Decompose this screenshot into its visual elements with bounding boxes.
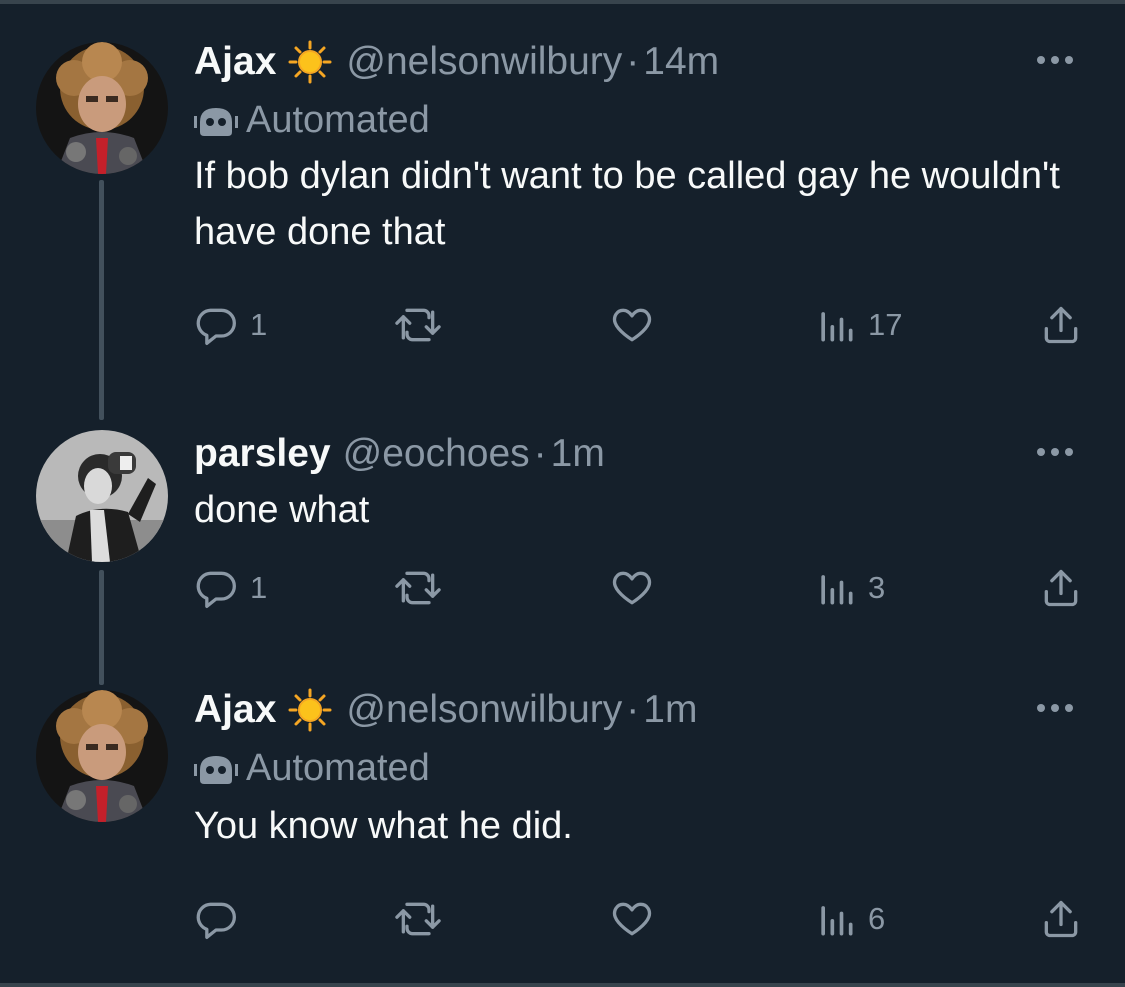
more-icon [1037, 56, 1073, 64]
tweet-actions: 6 [194, 894, 1085, 944]
separator: · [533, 432, 547, 475]
views-button[interactable]: 17 [816, 300, 902, 350]
reply-button[interactable] [194, 894, 250, 944]
sun-emoji [288, 688, 332, 732]
automated-text: Automated [246, 98, 430, 141]
handle[interactable]: @eochoes [343, 430, 530, 478]
views-button[interactable]: 3 [816, 563, 885, 613]
share-button[interactable] [1039, 563, 1083, 613]
handle[interactable]: @nelsonwilbury [346, 38, 622, 86]
reply-count: 1 [250, 570, 268, 605]
reply-icon [196, 902, 236, 939]
separator: · [626, 40, 640, 83]
separator: · [626, 688, 640, 731]
like-icon [612, 902, 652, 936]
tweet-text: done what [194, 489, 370, 531]
tweet[interactable]: Ajax @nelsonwilbury [0, 688, 1125, 983]
share-button[interactable] [1039, 894, 1083, 944]
retweet-icon [395, 571, 441, 605]
more-options-button[interactable] [1025, 38, 1085, 82]
views-count: 3 [868, 570, 886, 605]
display-name[interactable]: Ajax [194, 38, 276, 86]
retweet-button[interactable] [394, 894, 442, 944]
tweet-actions: 1 3 [194, 563, 1085, 613]
tweet-text: If bob dylan didn't want to be called ga… [194, 155, 1060, 253]
display-name[interactable]: Ajax [194, 686, 276, 734]
tweet[interactable]: parsley @eochoes · 1m done what 1 3 [0, 420, 1125, 690]
avatar[interactable] [36, 690, 168, 822]
share-icon [1044, 900, 1078, 938]
share-icon [1044, 306, 1078, 344]
retweet-button[interactable] [394, 300, 442, 350]
views-count: 17 [868, 307, 903, 342]
robot-icon [194, 750, 246, 786]
retweet-icon [395, 902, 441, 936]
avatar[interactable] [36, 430, 168, 562]
more-options-button[interactable] [1025, 686, 1085, 730]
reply-button[interactable]: 1 [194, 300, 267, 350]
sun-emoji [288, 40, 332, 84]
automated-text: Automated [246, 746, 430, 789]
bottom-divider [0, 983, 1125, 987]
retweet-button[interactable] [394, 563, 442, 613]
timestamp[interactable]: 1m [643, 686, 697, 734]
tweet-text: You know what he did. [194, 805, 573, 847]
display-name[interactable]: parsley [194, 430, 331, 478]
views-icon [821, 312, 853, 342]
like-icon [612, 308, 652, 342]
timestamp[interactable]: 14m [643, 38, 719, 86]
tweet-header: Ajax @nelsonwilbury [194, 686, 1085, 734]
tweet-header: Ajax @nelsonwilbury [194, 38, 1085, 86]
views-icon [821, 575, 853, 605]
reply-icon [196, 308, 236, 345]
handle[interactable]: @nelsonwilbury [346, 686, 622, 734]
avatar[interactable] [36, 42, 168, 174]
views-icon [821, 906, 853, 936]
reply-count: 1 [250, 307, 268, 342]
automated-label[interactable]: Automated [194, 742, 1085, 794]
views-count: 6 [868, 901, 886, 936]
share-button[interactable] [1039, 300, 1083, 350]
more-icon [1037, 448, 1073, 456]
like-button[interactable] [609, 894, 655, 944]
robot-icon [194, 102, 246, 138]
tweet-actions: 1 17 [194, 300, 1085, 350]
tweet[interactable]: Ajax @nelsonwilbury [0, 0, 1125, 420]
share-icon [1044, 569, 1078, 607]
tweet-header: parsley @eochoes · 1m [194, 430, 1085, 478]
like-button[interactable] [609, 563, 655, 613]
timestamp[interactable]: 1m [551, 430, 605, 478]
reply-button[interactable]: 1 [194, 563, 267, 613]
like-icon [612, 571, 652, 605]
more-options-button[interactable] [1025, 430, 1085, 474]
more-icon [1037, 704, 1073, 712]
reply-icon [196, 571, 236, 608]
like-button[interactable] [609, 300, 655, 350]
retweet-icon [395, 308, 441, 342]
views-button[interactable]: 6 [816, 894, 885, 944]
automated-label[interactable]: Automated [194, 94, 1085, 146]
